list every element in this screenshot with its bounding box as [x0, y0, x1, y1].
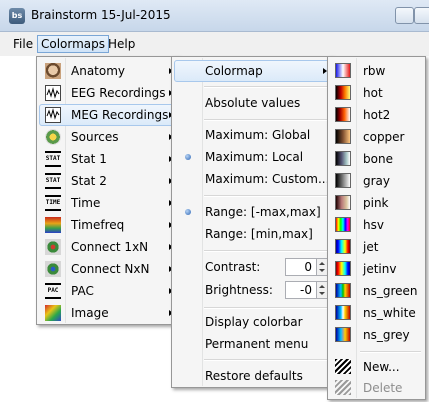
menu-item-range-minmax[interactable]: Range: [min,max] [174, 223, 330, 245]
ns-white-swatch-icon [335, 305, 351, 320]
arrow-up-icon [319, 262, 325, 265]
hot-swatch-icon [335, 85, 351, 100]
contrast-row: Contrast: 0 [174, 255, 330, 279]
menu-item-pac[interactable]: PAC PAC [39, 280, 176, 302]
timefreq-icon [45, 217, 61, 233]
colormap-item-hsv[interactable]: hsv [330, 214, 423, 236]
menu-separator [204, 119, 328, 121]
colormap-item-pink[interactable]: pink [330, 192, 423, 214]
hot2-swatch-icon [335, 107, 351, 122]
menu-bar: File Colormaps Help [0, 32, 429, 56]
meg-recordings-submenu: Colormap Absolute values Maximum: Global… [171, 56, 333, 388]
rbw-swatch-icon [335, 63, 351, 78]
arrow-down-icon [319, 292, 325, 295]
stat-icon: STAT [45, 151, 61, 167]
colormap-item-jetinv[interactable]: jetinv [330, 258, 423, 280]
colormap-item-bone[interactable]: bone [330, 148, 423, 170]
arrow-down-icon [319, 269, 325, 272]
image-icon [45, 305, 61, 321]
copper-swatch-icon [335, 129, 351, 144]
menu-item-maximum-global[interactable]: Maximum: Global [174, 124, 330, 146]
stat-icon: STAT [45, 173, 61, 189]
menu-item-range-symmetric[interactable]: Range: [-max,max] [174, 201, 330, 223]
menu-item-anatomy[interactable]: Anatomy [39, 60, 176, 82]
connect-icon [45, 239, 61, 255]
colormap-item-rbw[interactable]: rbw [330, 60, 423, 82]
menu-separator [204, 250, 328, 252]
time-icon: TIME [45, 195, 61, 211]
menu-item-maximum-custom[interactable]: Maximum: Custom... [174, 168, 330, 190]
pac-icon: PAC [45, 283, 61, 299]
menu-item-time[interactable]: TIME Time [39, 192, 176, 214]
brightness-input[interactable]: -0 [285, 281, 317, 299]
bs-logo-icon: bs [9, 8, 25, 24]
colormap-item-ns-grey[interactable]: ns_grey [330, 324, 423, 346]
ns-grey-swatch-icon [335, 327, 351, 342]
pink-swatch-icon [335, 195, 351, 210]
menu-separator [360, 351, 421, 353]
menu-item-timefreq[interactable]: Timefreq [39, 214, 176, 236]
ns-green-swatch-icon [335, 283, 351, 298]
menu-item-connect-nxn[interactable]: Connect NxN [39, 258, 176, 280]
menu-file[interactable]: File [9, 35, 37, 53]
jetinv-swatch-icon [335, 261, 351, 276]
menu-separator [204, 195, 328, 197]
menu-separator [204, 307, 328, 309]
colormap-item-copper[interactable]: copper [330, 126, 423, 148]
menu-item-colormap[interactable]: Colormap [174, 60, 330, 82]
eeg-icon [45, 85, 61, 101]
menu-colormaps[interactable]: Colormaps [37, 35, 110, 53]
colormap-item-ns-green[interactable]: ns_green [330, 280, 423, 302]
radio-selected-icon [185, 209, 191, 215]
menu-item-delete-colormap: Delete [330, 377, 423, 399]
contrast-input[interactable]: 0 [285, 258, 317, 276]
new-colormap-icon [335, 359, 351, 374]
menu-item-sources[interactable]: Sources [39, 126, 176, 148]
menu-item-permanent-menu[interactable]: Permanent menu [174, 333, 330, 355]
colormaps-menu: Anatomy EEG Recordings MEG Recordings So… [36, 56, 179, 325]
menu-item-eeg-recordings[interactable]: EEG Recordings [39, 82, 176, 104]
menu-help[interactable]: Help [104, 35, 139, 53]
colormap-item-hot2[interactable]: hot2 [330, 104, 423, 126]
colormap-list-submenu: rbw hot hot2 copper bone gray pink hsv j… [327, 56, 426, 400]
menu-item-absolute-values[interactable]: Absolute values [174, 92, 330, 114]
anatomy-icon [45, 63, 61, 79]
menu-item-stat-2[interactable]: STAT Stat 2 [39, 170, 176, 192]
minimize-button[interactable] [395, 7, 414, 24]
menu-item-connect-1xn[interactable]: Connect 1xN [39, 236, 176, 258]
colormap-item-jet[interactable]: jet [330, 236, 423, 258]
menu-item-new-colormap[interactable]: New... [330, 356, 423, 378]
menu-separator [204, 86, 328, 88]
menu-separator [204, 359, 328, 361]
gray-swatch-icon [335, 173, 351, 188]
arrow-up-icon [319, 285, 325, 288]
radio-selected-icon [185, 154, 191, 160]
bone-swatch-icon [335, 151, 351, 166]
sources-icon [45, 129, 61, 145]
meg-icon [45, 107, 61, 123]
delete-colormap-icon [335, 380, 351, 395]
colormap-item-gray[interactable]: gray [330, 170, 423, 192]
menu-item-meg-recordings[interactable]: MEG Recordings [39, 104, 176, 126]
colormap-item-ns-white[interactable]: ns_white [330, 302, 423, 324]
window-title: Brainstorm 15-Jul-2015 [31, 8, 171, 22]
menu-item-stat-1[interactable]: STAT Stat 1 [39, 148, 176, 170]
menu-item-maximum-local[interactable]: Maximum: Local [174, 146, 330, 168]
jet-swatch-icon [335, 239, 351, 254]
brightness-row: Brightness: -0 [174, 278, 330, 302]
menu-item-display-colorbar[interactable]: Display colorbar [174, 311, 330, 333]
title-bar: bs Brainstorm 15-Jul-2015 [0, 0, 429, 32]
colormap-item-hot[interactable]: hot [330, 82, 423, 104]
maximize-button[interactable] [414, 7, 429, 24]
hsv-swatch-icon [335, 217, 351, 232]
menu-item-image[interactable]: Image [39, 302, 176, 324]
menu-item-restore-defaults[interactable]: Restore defaults [174, 365, 330, 387]
connect-icon [45, 261, 61, 277]
